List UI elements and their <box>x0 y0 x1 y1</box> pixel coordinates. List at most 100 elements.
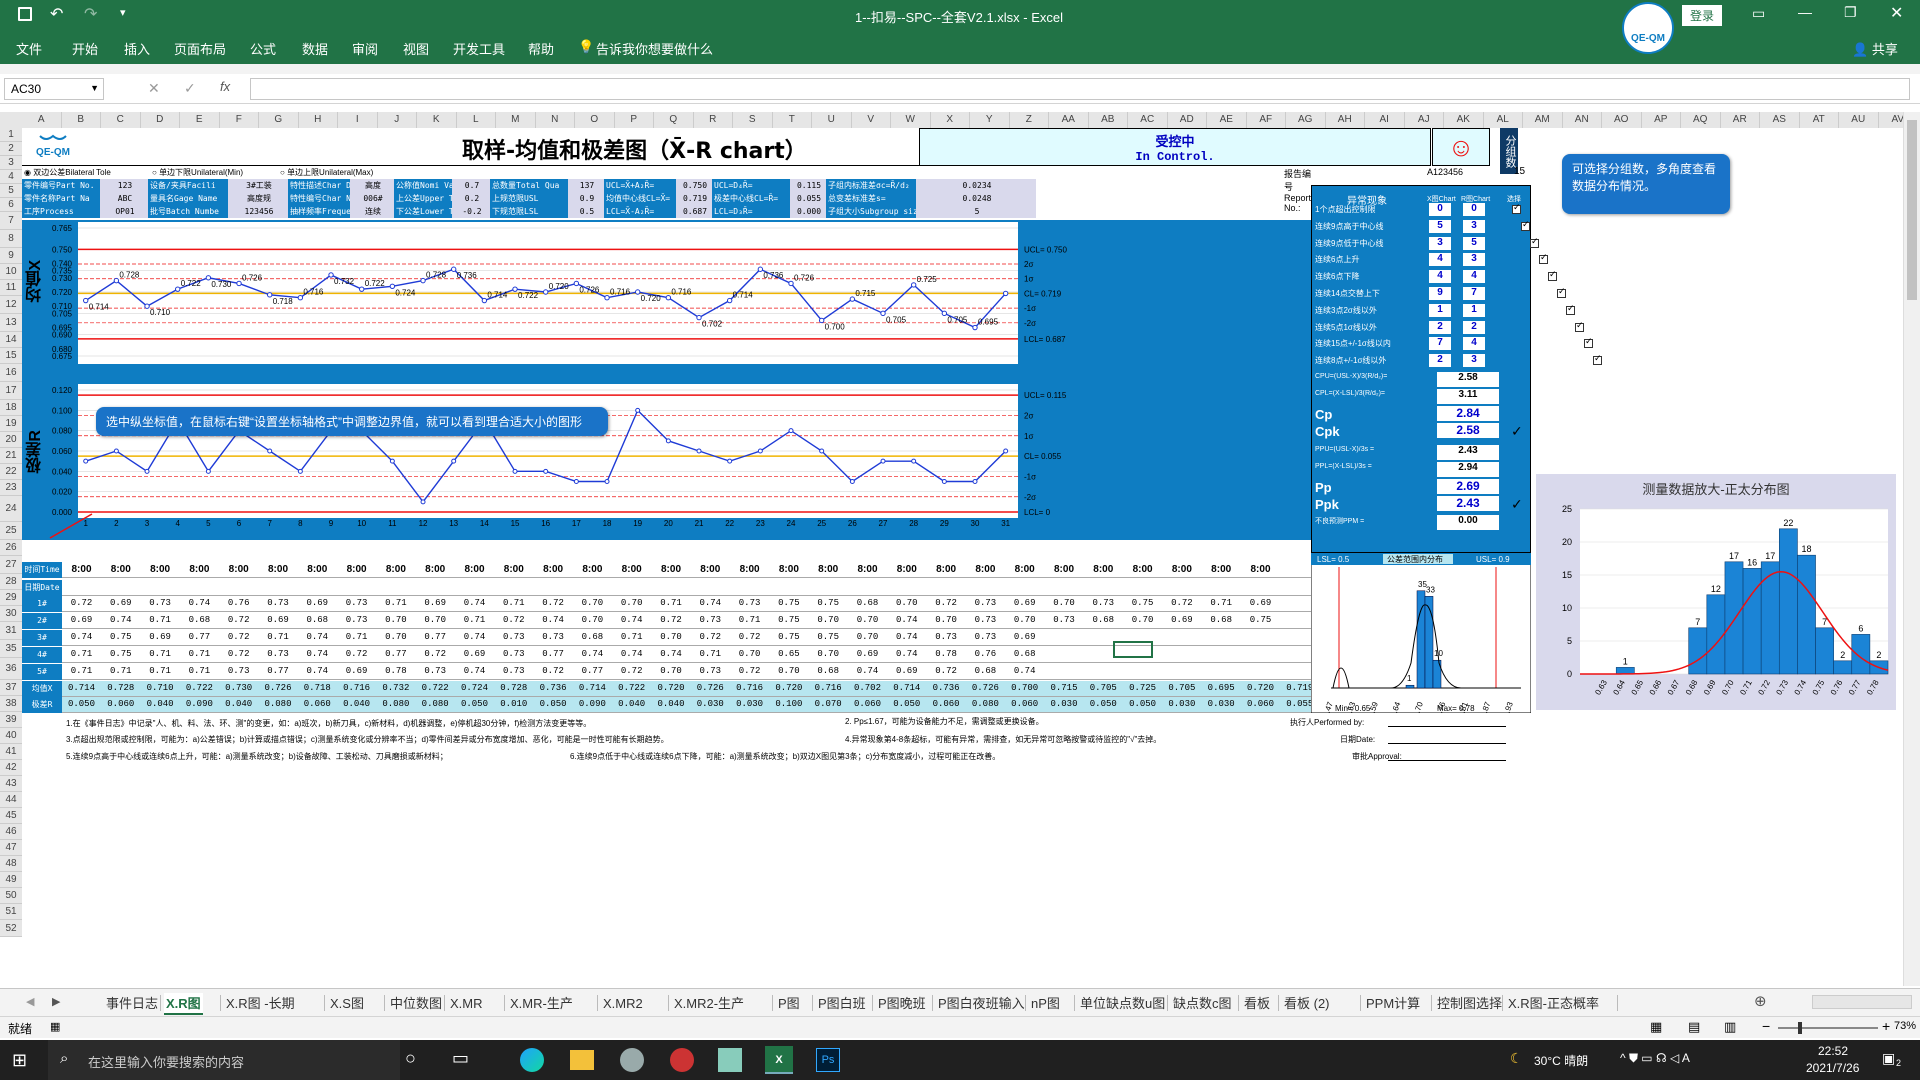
row-header[interactable]: 29 <box>0 590 22 606</box>
time-cell[interactable]: 8:00 <box>612 564 651 575</box>
data-cell[interactable]: 0.72 <box>1162 598 1201 608</box>
r-point[interactable] <box>635 407 641 413</box>
xbar-point[interactable] <box>450 266 457 272</box>
row-header[interactable]: 38 <box>0 696 22 712</box>
data-cell[interactable]: 0.70 <box>730 649 769 659</box>
data-cell[interactable]: 0.74 <box>573 649 612 659</box>
data-cell[interactable]: 0.72 <box>534 666 573 676</box>
tab-view[interactable]: 视图 <box>403 39 429 58</box>
r-point[interactable] <box>512 468 518 474</box>
app-icon-1[interactable] <box>620 1048 644 1072</box>
data-cell[interactable]: 0.72 <box>219 632 258 642</box>
xbar-point[interactable] <box>328 272 334 278</box>
xbar-point[interactable] <box>880 310 886 317</box>
data-cell[interactable]: 0.74 <box>534 615 573 625</box>
row-header[interactable]: 36 <box>0 658 22 680</box>
r-point[interactable] <box>113 448 119 454</box>
data-cell[interactable]: 0.718 <box>298 683 337 693</box>
data-cell[interactable]: 0.70 <box>376 632 415 642</box>
r-point[interactable] <box>267 448 273 454</box>
info-cell[interactable]: 0.687 <box>676 205 712 218</box>
row-header[interactable]: 15 <box>0 348 22 364</box>
info-cell[interactable]: ABC <box>100 192 148 205</box>
time-cell[interactable]: 8:00 <box>455 564 494 575</box>
dist-bar[interactable] <box>1851 634 1871 675</box>
column-header[interactable]: AN <box>1562 112 1602 128</box>
data-cell[interactable]: 0.040 <box>652 699 691 709</box>
data-cell[interactable]: 0.70 <box>652 632 691 642</box>
share-button[interactable]: 👤 共享 <box>1852 39 1898 58</box>
data-cell[interactable]: 0.68 <box>809 666 848 676</box>
data-cell[interactable]: 0.73 <box>416 666 455 676</box>
row-header[interactable]: 43 <box>0 776 22 792</box>
time-cell[interactable]: 8:00 <box>887 564 926 575</box>
data-cell[interactable]: 0.714 <box>62 683 101 693</box>
xbar-point[interactable] <box>481 297 488 304</box>
data-cell[interactable]: 0.72 <box>494 615 533 625</box>
hist-bar[interactable] <box>1424 596 1434 689</box>
info-cell[interactable]: OP01 <box>100 205 148 218</box>
xbar-point[interactable] <box>420 277 426 284</box>
data-cell[interactable]: 0.050 <box>62 699 101 709</box>
r-point[interactable] <box>543 468 549 474</box>
xbar-point[interactable] <box>175 286 181 292</box>
info-cell[interactable]: 123456 <box>228 205 288 218</box>
data-cell[interactable]: 0.74 <box>298 649 337 659</box>
data-cell[interactable]: 0.725 <box>1123 683 1162 693</box>
data-cell[interactable]: 0.71 <box>180 649 219 659</box>
data-cell[interactable]: 0.69 <box>337 666 376 676</box>
data-cell[interactable]: 0.080 <box>259 699 298 709</box>
data-cell[interactable]: 0.080 <box>376 699 415 709</box>
formula-input[interactable] <box>250 78 1910 100</box>
date-field[interactable] <box>1388 743 1506 744</box>
data-cell[interactable]: 0.70 <box>416 615 455 625</box>
data-cell[interactable]: 0.732 <box>376 683 415 693</box>
data-cell[interactable]: 0.040 <box>141 699 180 709</box>
data-cell[interactable]: 0.73 <box>534 632 573 642</box>
xbar-point[interactable] <box>788 280 794 287</box>
row-header[interactable]: 10 <box>0 264 22 280</box>
row-header[interactable]: 25 <box>0 522 22 540</box>
function-icon[interactable]: fx <box>220 79 230 94</box>
data-cell[interactable]: 0.72 <box>337 649 376 659</box>
zoom-level[interactable]: 73% <box>1894 1020 1916 1032</box>
row-header[interactable]: 50 <box>0 888 22 904</box>
time-cell[interactable]: 8:00 <box>416 564 455 575</box>
sheet-tab[interactable]: X.MR-生产 <box>508 993 575 1015</box>
sheet-tab[interactable]: P图白夜班输入 <box>936 993 1027 1015</box>
column-header[interactable]: Q <box>654 112 694 128</box>
data-cell[interactable]: 0.73 <box>259 598 298 608</box>
row-header[interactable]: 27 <box>0 556 22 574</box>
data-cell[interactable]: 0.74 <box>848 666 887 676</box>
dist-bar[interactable] <box>1778 528 1798 675</box>
row-header[interactable]: 6 <box>0 198 22 212</box>
time-cell[interactable]: 8:00 <box>219 564 258 575</box>
data-cell[interactable]: 0.69 <box>455 649 494 659</box>
data-cell[interactable]: 0.724 <box>455 683 494 693</box>
column-header[interactable]: AC <box>1128 112 1168 128</box>
data-cell[interactable]: 0.74 <box>298 666 337 676</box>
column-header[interactable]: I <box>338 112 378 128</box>
column-header[interactable]: X <box>930 112 970 128</box>
data-cell[interactable]: 0.71 <box>62 649 101 659</box>
column-header[interactable]: P <box>614 112 654 128</box>
control-charts[interactable]: 0.7650.7500.7350.7200.7050.6900.6750.740… <box>22 220 1312 540</box>
xbar-point[interactable] <box>849 296 856 302</box>
column-header[interactable]: H <box>298 112 338 128</box>
row-header[interactable]: 40 <box>0 728 22 744</box>
tell-me-input[interactable]: 告诉我你想要做什么 <box>596 39 713 58</box>
column-header[interactable]: AU <box>1839 112 1879 128</box>
data-cell[interactable]: 0.76 <box>219 598 258 608</box>
row-header[interactable]: 30 <box>0 606 22 622</box>
row-header[interactable]: 9 <box>0 248 22 264</box>
data-cell[interactable]: 0.75 <box>769 598 808 608</box>
data-cell[interactable]: 0.702 <box>848 683 887 693</box>
data-cell[interactable]: 0.720 <box>769 683 808 693</box>
minimize-icon[interactable]: — <box>1798 4 1812 20</box>
column-header[interactable]: S <box>733 112 773 128</box>
hist-bar[interactable] <box>1405 684 1415 689</box>
tab-home[interactable]: 开始 <box>72 39 98 58</box>
column-header[interactable]: AJ <box>1404 112 1444 128</box>
abnormal-checkbox[interactable] <box>1530 236 1539 248</box>
r-point[interactable] <box>941 479 947 484</box>
